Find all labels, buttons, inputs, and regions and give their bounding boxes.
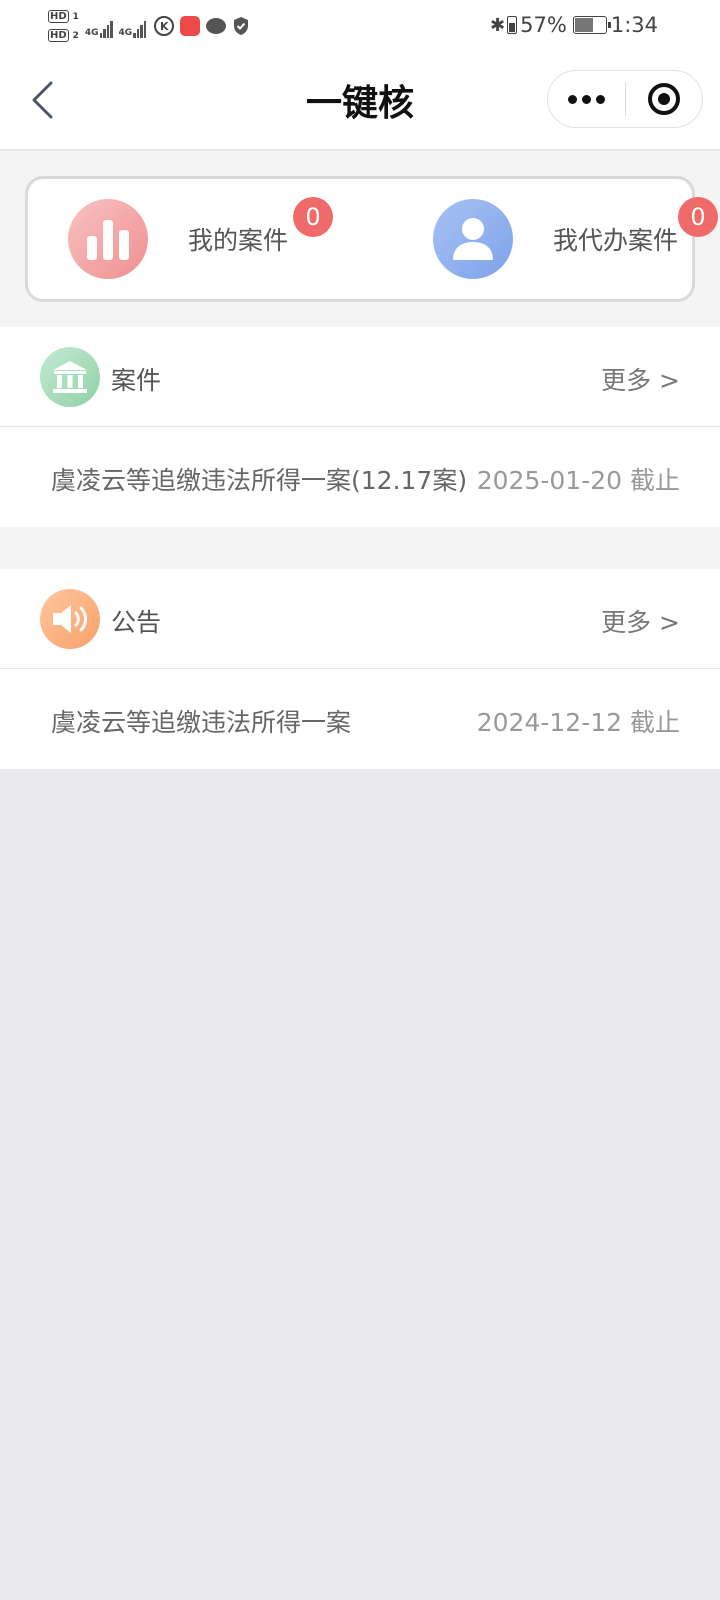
sim-indicators: HD 1 HD 2 — [48, 7, 79, 45]
signal-2-icon: 4G — [119, 14, 147, 38]
case-list-item[interactable]: 虞凌云等追缴违法所得一案(12.17案) 2025-01-20 截止 — [0, 427, 720, 527]
battery-percent: 57% — [520, 13, 567, 37]
bluetooth-icon: ✱ — [490, 14, 506, 36]
quick-actions-card: 我的案件 0 我代办案件 0 — [25, 176, 718, 302]
ellipsis-dot — [596, 94, 605, 104]
notices-title: 公告 — [111, 608, 162, 637]
close-button[interactable] — [626, 71, 702, 127]
status-icons-left: HD 1 HD 2 4G 4G K — [48, 6, 250, 46]
notice-deadline: 2024-12-12 截止 — [476, 708, 680, 737]
my-cases-button[interactable]: 我的案件 — [68, 179, 288, 299]
small-battery-icon — [507, 16, 518, 34]
signal-1-icon: 4G — [85, 14, 113, 38]
message-bubble-icon — [206, 18, 227, 34]
case-deadline: 2025-01-20 截止 — [476, 466, 680, 495]
user-icon — [433, 199, 513, 279]
sim1-indicator: HD 1 — [48, 10, 79, 23]
bank-icon — [40, 347, 100, 407]
notices-section: 公告 更多 > 虞凌云等追缴违法所得一案 2024-12-12 截止 — [0, 569, 720, 769]
notices-more-link[interactable]: 更多 > — [601, 603, 680, 639]
section-gap — [0, 527, 720, 569]
battery-icon — [572, 16, 611, 34]
quick-actions-area: 我的案件 0 我代办案件 0 — [0, 151, 720, 327]
proxy-cases-button[interactable]: 我代办案件 — [433, 179, 678, 299]
mini-program-capsule — [547, 70, 703, 128]
proxy-cases-label: 我代办案件 — [553, 226, 679, 255]
my-cases-label: 我的案件 — [188, 226, 289, 255]
cases-header: 案件 更多 > — [0, 327, 720, 427]
target-circle-icon — [648, 83, 680, 115]
notices-header: 公告 更多 > — [0, 569, 720, 669]
cases-section: 案件 更多 > 虞凌云等追缴违法所得一案(12.17案) 2025-01-20 … — [0, 327, 720, 527]
shopping-app-icon — [180, 16, 201, 36]
my-cases-badge: 0 — [293, 197, 333, 237]
ellipsis-icon — [568, 94, 577, 104]
ellipsis-dot — [582, 94, 591, 104]
cases-more-link[interactable]: 更多 > — [601, 361, 680, 397]
bar-chart-icon — [68, 199, 148, 279]
k-app-icon: K — [154, 16, 175, 36]
proxy-cases-badge: 0 — [678, 197, 718, 237]
more-button[interactable] — [548, 71, 625, 127]
case-title: 虞凌云等追缴违法所得一案(12.17案) — [51, 466, 468, 495]
shield-icon — [234, 17, 249, 35]
notice-title: 虞凌云等追缴违法所得一案 — [51, 708, 352, 737]
notice-list-item[interactable]: 虞凌云等追缴违法所得一案 2024-12-12 截止 — [0, 669, 720, 769]
status-bar: HD 1 HD 2 4G 4G K ✱ 57% 1:34 — [0, 0, 720, 50]
status-icons-right: ✱ 57% 1:34 — [490, 10, 658, 40]
sim2-indicator: HD 2 — [48, 29, 79, 42]
clock: 1:34 — [610, 13, 658, 37]
nav-bar: 一键核 — [0, 50, 720, 150]
cases-title: 案件 — [111, 366, 162, 395]
speaker-icon — [40, 589, 100, 649]
